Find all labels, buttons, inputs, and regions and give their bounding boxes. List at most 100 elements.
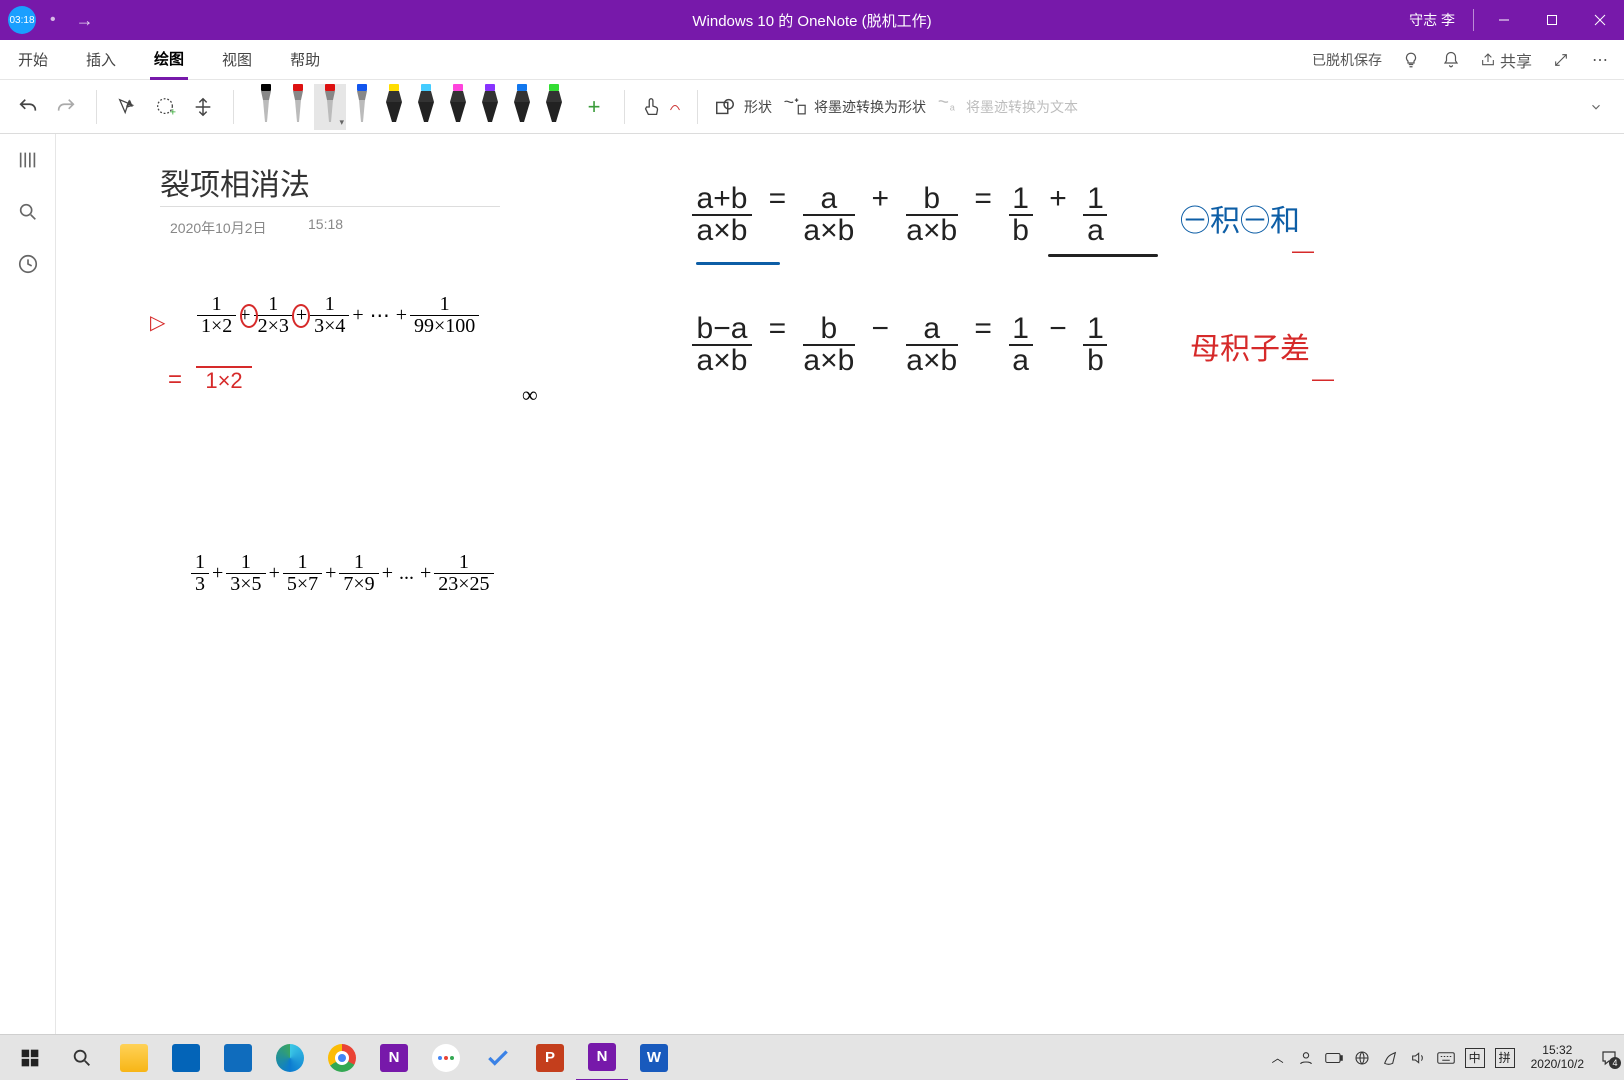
tab-insert[interactable]: 插入 [82,41,120,78]
separator [624,90,625,124]
separator [233,90,234,124]
separator [1473,9,1474,31]
tray-battery-icon[interactable] [1325,1049,1343,1067]
powerpoint-app[interactable]: P [524,1035,576,1080]
pen-8[interactable] [506,84,538,130]
note-canvas[interactable]: 裂项相消法 2020年10月2日 15:18 ▷ 11×2+12×3+13×4+… [56,134,1624,1034]
note-red: 母积子差 [1190,324,1310,368]
volume-icon[interactable] [1409,1049,1427,1067]
tray-chevron-icon[interactable]: ︿ [1269,1049,1287,1067]
onenote-app[interactable]: N [576,1035,628,1080]
handwriting-line-1: a+ba×b = aa×b + ba×b = 1b + 1a [692,182,1107,246]
page-date[interactable]: 2020年10月2日 [170,218,267,238]
underline-blue [696,262,780,265]
notebooks-icon[interactable] [16,148,40,172]
maximize-button[interactable] [1528,0,1576,40]
action-center-icon[interactable]: 4 [1600,1049,1618,1067]
add-pen-button[interactable]: + [580,93,608,121]
edge-app[interactable] [264,1035,316,1080]
pen-2[interactable]: ▾ [314,84,346,130]
mail-app[interactable] [212,1035,264,1080]
tab-home[interactable]: 开始 [14,41,52,78]
word-app[interactable]: W [628,1035,680,1080]
hand-fraction: 1×2 [196,350,252,394]
pen-3[interactable] [346,84,378,130]
close-button[interactable] [1576,0,1624,40]
nav-sidebar [0,134,56,1034]
ime-mode[interactable]: 拼 [1495,1048,1515,1068]
shapes-button[interactable]: 形状 [714,96,772,118]
separator [697,90,698,124]
handwriting-line-2: b−aa×b = ba×b − aa×b = 1a − 1b [692,312,1107,376]
touch-draw-button[interactable] [641,96,681,118]
minimize-button[interactable] [1480,0,1528,40]
people-icon[interactable] [1297,1049,1315,1067]
ink-to-shape-button[interactable]: 将墨迹转换为形状 [782,96,926,118]
explorer-app[interactable] [108,1035,160,1080]
undo-button[interactable] [14,93,42,121]
clock[interactable]: 15:32 2020/10/2 [1525,1044,1590,1072]
select-text-button[interactable]: A [113,93,141,121]
sync-status: 已脱机保存 [1312,50,1382,70]
recent-icon[interactable] [16,252,40,276]
search-icon[interactable] [16,200,40,224]
onenote2016-app[interactable]: N [368,1035,420,1080]
tab-view[interactable]: 视图 [218,41,256,78]
pen-7[interactable] [474,84,506,130]
page-time[interactable]: 15:18 [308,216,343,232]
circle-annotation [240,304,258,328]
notif-badge: 4 [1609,1057,1621,1069]
start-button[interactable] [4,1035,56,1080]
assistant-app[interactable] [420,1035,472,1080]
ime-lang[interactable]: 中 [1465,1048,1485,1068]
infinity-glyph: ∞ [522,382,538,408]
circle-annotation [292,304,310,328]
share-label: 共享 [1500,48,1532,72]
pen-9[interactable] [538,84,570,130]
separator [96,90,97,124]
pen-5[interactable] [410,84,442,130]
space-button[interactable] [189,93,217,121]
lasso-button[interactable]: + [151,93,179,121]
lightbulb-icon[interactable] [1400,49,1422,71]
system-tray: ︿ 中 拼 15:32 2020/10/2 4 [1269,1044,1618,1072]
pen-1[interactable] [282,84,314,130]
share-button[interactable]: 共享 [1480,49,1532,71]
taskbar: N P N W ︿ 中 拼 15:32 2020/10/2 4 [0,1034,1624,1080]
more-icon[interactable]: ⋯ [1590,49,1612,71]
pen-tray-icon[interactable] [1381,1049,1399,1067]
svg-text:A: A [127,99,132,108]
pen-6[interactable] [442,84,474,130]
username[interactable]: 守志 李 [1409,10,1467,30]
tab-help[interactable]: 帮助 [286,41,324,78]
note-red-sub2: — [1312,366,1334,392]
ribbon-expand-button[interactable] [1582,93,1610,121]
workspace: 裂项相消法 2020年10月2日 15:18 ▷ 11×2+12×3+13×4+… [0,134,1624,1034]
window-title: Windows 10 的 OneNote (脱机工作) [692,10,931,31]
expression-2: 13+13×5+15×7+17×9+...+123×25 [190,552,495,595]
keyboard-icon[interactable] [1437,1049,1455,1067]
fullscreen-icon[interactable] [1550,49,1572,71]
tab-draw[interactable]: 绘图 [150,40,188,80]
hand-equals: = [168,366,182,394]
pen-0[interactable] [250,84,282,130]
expression-1: 11×2+12×3+13×4+⋯+199×100 [196,294,480,337]
marker-triangle: ▷ [150,310,165,335]
calendar-app[interactable] [160,1035,212,1080]
title-underline [160,206,500,207]
pen-4[interactable] [378,84,410,130]
forward-arrow-icon[interactable]: → [70,10,100,31]
chrome-app[interactable] [316,1035,368,1080]
search-button[interactable] [56,1035,108,1080]
menubar: 开始 插入 绘图 视图 帮助 已脱机保存 共享 ⋯ [0,40,1624,80]
ink-to-text-button: a 将墨迹转换为文本 [936,96,1078,118]
bell-icon[interactable] [1440,49,1462,71]
todo-app[interactable] [472,1035,524,1080]
network-icon[interactable] [1353,1049,1371,1067]
redo-button[interactable] [52,93,80,121]
page-title[interactable]: 裂项相消法 [160,160,310,204]
sync-badge[interactable]: 03:18 [8,6,36,34]
shapes-label: 形状 [744,97,772,117]
titlebar: 03:18 • → Windows 10 的 OneNote (脱机工作) 守志… [0,0,1624,40]
note-blue: ㊀积㊀和 [1180,196,1300,240]
